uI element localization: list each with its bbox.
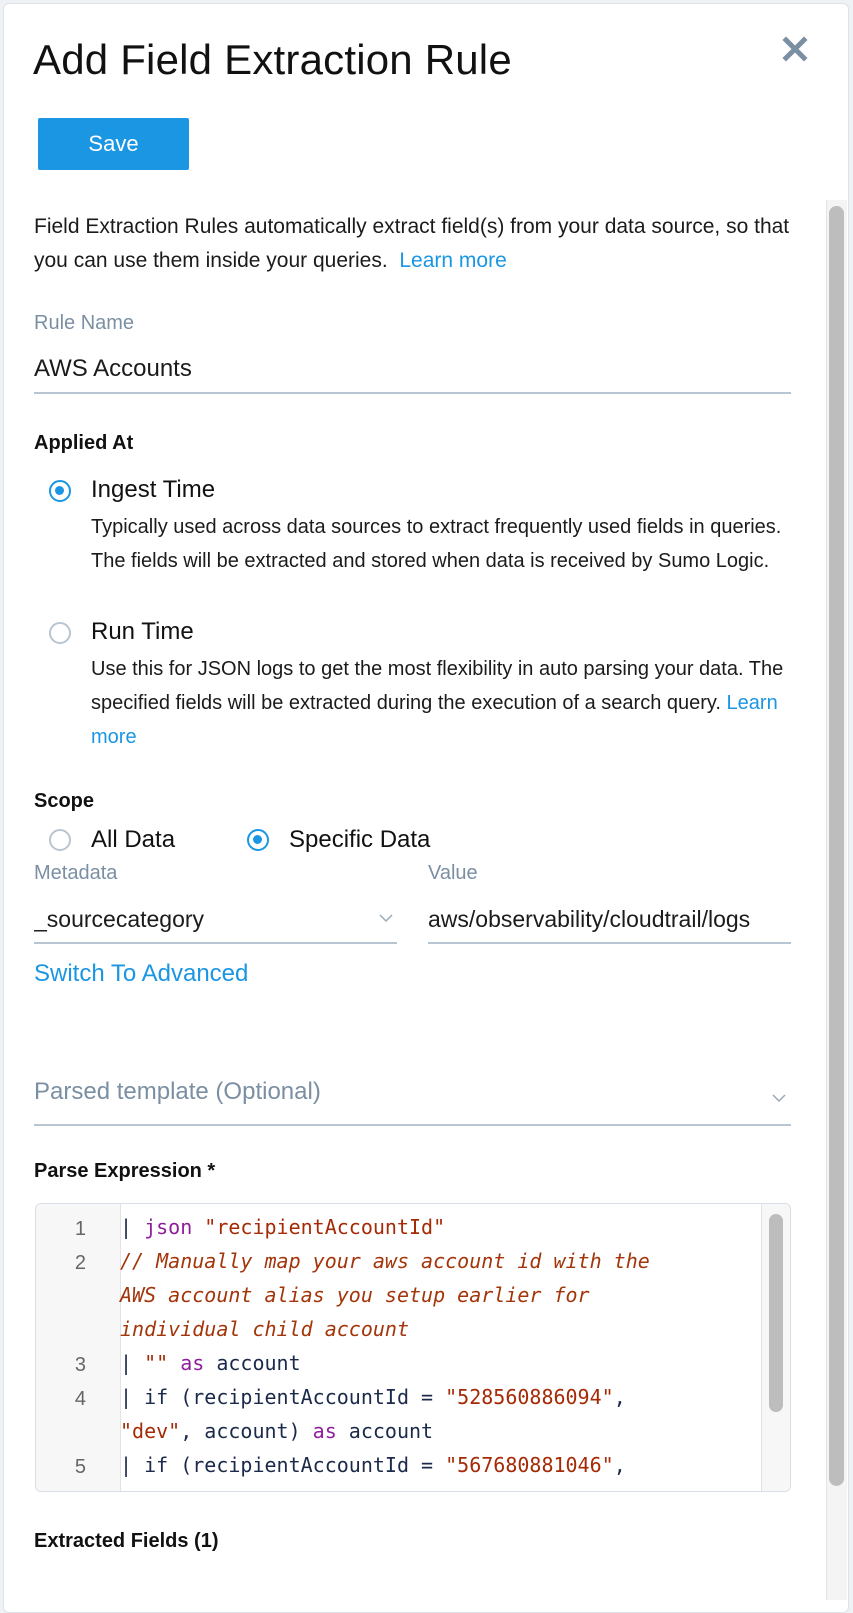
code-line: | if (recipientAccountId = "528560886094… [120, 1380, 760, 1414]
parse-expression-editor[interactable]: 1 2 3 4 5 | json "recipientAccountId" // Manu… [35, 1203, 791, 1492]
code-line: | if (recipientAccountId = "567680881046… [120, 1448, 760, 1482]
code-token: as [168, 1351, 205, 1375]
line-number: 4 [74, 1388, 86, 1410]
code-token: | if (recipientAccountId = [120, 1385, 446, 1409]
run-time-description-text: Use this for JSON logs to get the most f… [91, 658, 784, 714]
code-token: individual child account [120, 1317, 409, 1341]
code-line: AWS account alias you setup earlier for [120, 1278, 760, 1312]
parsed-template-select[interactable]: Parsed template (Optional) [34, 1078, 791, 1126]
ingest-time-label[interactable]: Ingest Time [91, 476, 215, 504]
metadata-chevron-down-icon[interactable] [379, 914, 393, 923]
line-number-gutter [36, 1204, 111, 1491]
rule-name-input[interactable] [34, 346, 791, 394]
code-token: , [613, 1453, 626, 1477]
code-line: // Manually map your aws account id with… [120, 1244, 760, 1278]
metadata-label: Metadata [34, 862, 118, 884]
editor-scrollbar-thumb[interactable] [769, 1214, 783, 1412]
learn-more-link[interactable]: Learn more [399, 249, 506, 272]
code-token: AWS account alias you setup earlier for [120, 1283, 590, 1307]
line-number: 3 [74, 1354, 86, 1376]
dialog-scrollbar-thumb[interactable] [829, 206, 844, 1486]
code-token: , [613, 1385, 626, 1409]
all-data-radio[interactable] [49, 829, 71, 851]
code-token: as [312, 1419, 337, 1443]
code-token: account [336, 1419, 434, 1443]
code-token: "recipientAccountId" [192, 1215, 446, 1239]
code-token: "528560886094" [445, 1385, 614, 1409]
code-token: | if (recipientAccountId = [120, 1453, 446, 1477]
ingest-time-radio[interactable] [49, 480, 71, 502]
rule-name-label: Rule Name [34, 312, 135, 334]
line-number: 1 [74, 1218, 86, 1240]
value-label: Value [428, 862, 478, 884]
applied-at-label: Applied At [34, 432, 134, 454]
parsed-template-chevron-down-icon[interactable] [772, 1094, 786, 1103]
code-token: json [144, 1215, 193, 1239]
specific-data-label[interactable]: Specific Data [289, 826, 430, 854]
code-token: | [120, 1215, 145, 1239]
code-token: "" [144, 1351, 169, 1375]
run-time-label[interactable]: Run Time [91, 618, 194, 646]
code-token: , account) [180, 1419, 313, 1443]
code-lines[interactable]: | json "recipientAccountId" // Manually m… [120, 1210, 760, 1482]
all-data-label[interactable]: All Data [91, 826, 175, 854]
dialog-title: Add Field Extraction Rule [33, 36, 512, 83]
run-time-radio[interactable] [49, 622, 71, 644]
save-button[interactable]: Save [38, 118, 189, 170]
extracted-fields-label: Extracted Fields (1) [34, 1530, 219, 1552]
close-icon[interactable] [780, 34, 810, 64]
parsed-template-placeholder: Parsed template (Optional) [34, 1078, 321, 1105]
code-token: | [120, 1351, 145, 1375]
value-input[interactable] [428, 896, 791, 944]
metadata-select[interactable] [34, 896, 397, 944]
parse-expression-label: Parse Expression * [34, 1160, 216, 1182]
code-token: "567680881046" [445, 1453, 614, 1477]
code-line: "dev", account) as account [120, 1414, 760, 1448]
specific-data-radio[interactable] [247, 829, 269, 851]
line-number: 2 [74, 1252, 86, 1274]
code-token: account [204, 1351, 301, 1375]
ingest-time-description: Typically used across data sources to ex… [91, 516, 782, 572]
code-line: | json "recipientAccountId" [120, 1210, 760, 1244]
code-line: individual child account [120, 1312, 760, 1346]
line-number: 5 [74, 1456, 86, 1478]
switch-to-advanced-link[interactable]: Switch To Advanced [34, 960, 248, 988]
code-token: // Manually map your aws account id with… [120, 1249, 650, 1273]
code-token: "dev" [120, 1419, 181, 1443]
description: Field Extraction Rules automatically ext… [34, 210, 794, 278]
scope-label: Scope [34, 790, 95, 812]
code-line: | "" as account [120, 1346, 760, 1380]
run-time-description: Use this for JSON logs to get the most f… [91, 652, 791, 754]
